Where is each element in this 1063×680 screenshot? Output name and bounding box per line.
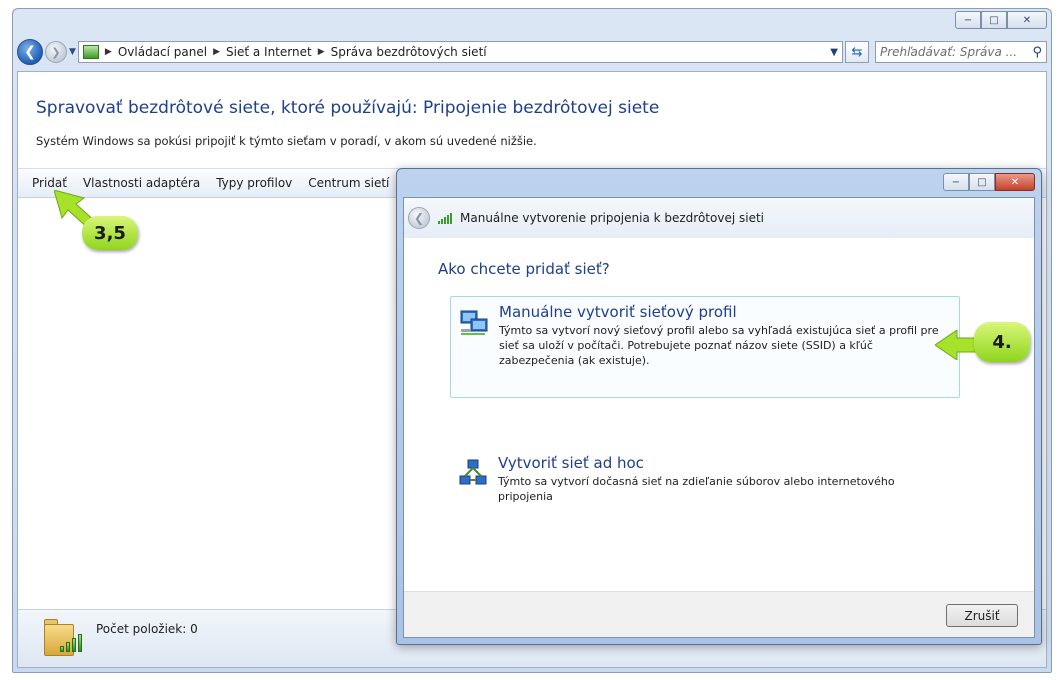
arrow-left-icon: ❮ [413, 211, 425, 225]
search-placeholder: Prehľadávať: Správa ... [880, 45, 1018, 59]
manual-profile-option[interactable]: Manuálne vytvoriť sieťový profil Týmto s… [450, 296, 960, 398]
manual-profile-title: Manuálne vytvoriť sieťový profil [499, 303, 737, 321]
maximize-button[interactable]: □ [981, 11, 1007, 29]
breadcrumb-network-internet[interactable]: Sieť a Internet [226, 45, 312, 59]
dialog-minimize-button[interactable]: − [943, 173, 969, 191]
network-icon [82, 45, 99, 59]
dialog-maximize-button[interactable]: □ [969, 173, 995, 191]
step-callout-b: 4. [974, 322, 1030, 362]
network-center-button[interactable]: Centrum sietí [308, 176, 389, 190]
dialog-question: Ako chcete pridať sieť? [438, 260, 610, 278]
chevron-right-icon[interactable]: ▶ [213, 47, 220, 57]
address-bar[interactable]: ▶ Ovládací panel ▶ Sieť a Internet ▶ Spr… [77, 41, 843, 63]
navigation-bar: ❮ ❯ ▼ ▶ Ovládací panel ▶ Sieť a Internet… [17, 37, 1047, 67]
forward-button[interactable]: ❯ [45, 41, 67, 63]
adhoc-network-description: Týmto sa vytvorí dočasná sieť na zdieľan… [498, 475, 895, 503]
dialog-back-button[interactable]: ❮ [408, 207, 430, 229]
cancel-button[interactable]: Zrušiť [946, 604, 1018, 627]
refresh-icon: ⇆ [851, 44, 863, 60]
manual-profile-description: Týmto sa vytvorí nový sieťový profil ale… [499, 324, 939, 367]
adhoc-network-option[interactable]: Vytvoriť sieť ad hoc Týmto sa vytvorí do… [450, 448, 960, 508]
adhoc-network-title: Vytvoriť sieť ad hoc [498, 454, 644, 472]
chevron-right-icon[interactable]: ▶ [318, 47, 325, 57]
adhoc-network-icon [459, 459, 487, 485]
add-network-dialog: − □ ✕ ❮ Manuálne vytvorenie pripojenia k… [396, 168, 1042, 645]
page-title: Spravovať bezdrôtové siete, ktoré použív… [36, 98, 660, 118]
add-button[interactable]: Pridať [32, 176, 67, 190]
address-dropdown-icon[interactable]: ▼ [830, 47, 838, 58]
dialog-close-button[interactable]: ✕ [995, 173, 1035, 191]
recent-pages-dropdown[interactable]: ▼ [69, 47, 76, 57]
dialog-header: ❮ Manuálne vytvorenie pripojenia k bezdr… [404, 198, 1034, 238]
search-icon[interactable]: ⚲ [1032, 45, 1042, 60]
arrow-right-icon: ❯ [51, 45, 61, 59]
close-button[interactable]: ✕ [1007, 11, 1047, 29]
back-button[interactable]: ❮ [17, 39, 43, 65]
chevron-right-icon[interactable]: ▶ [105, 47, 112, 57]
wireless-signal-icon [438, 212, 452, 224]
refresh-button[interactable]: ⇆ [845, 41, 869, 63]
dialog-body: ❮ Manuálne vytvorenie pripojenia k bezdr… [403, 197, 1035, 638]
dialog-title: Manuálne vytvorenie pripojenia k bezdrôt… [460, 211, 764, 225]
wireless-folder-icon [42, 616, 84, 662]
step-callout-a: 3,5 [82, 216, 138, 250]
dialog-footer: Zrušiť [404, 591, 1034, 637]
item-count: Počet položiek: 0 [96, 622, 198, 636]
breadcrumb-wireless-networks[interactable]: Správa bezdrôtových sietí [331, 45, 487, 59]
page-subtitle: Systém Windows sa pokúsi pripojiť k týmt… [36, 134, 537, 148]
network-computers-icon [460, 310, 488, 335]
dialog-caption-buttons: − □ ✕ [943, 173, 1035, 191]
profile-types-button[interactable]: Typy profilov [216, 176, 292, 190]
search-input[interactable]: Prehľadávať: Správa ... ⚲ [875, 41, 1047, 63]
adapter-properties-button[interactable]: Vlastnosti adaptéra [83, 176, 200, 190]
arrow-left-icon: ❮ [24, 44, 36, 60]
window-caption-buttons: − □ ✕ [955, 11, 1047, 29]
breadcrumb-control-panel[interactable]: Ovládací panel [118, 45, 207, 59]
minimize-button[interactable]: − [955, 11, 981, 29]
